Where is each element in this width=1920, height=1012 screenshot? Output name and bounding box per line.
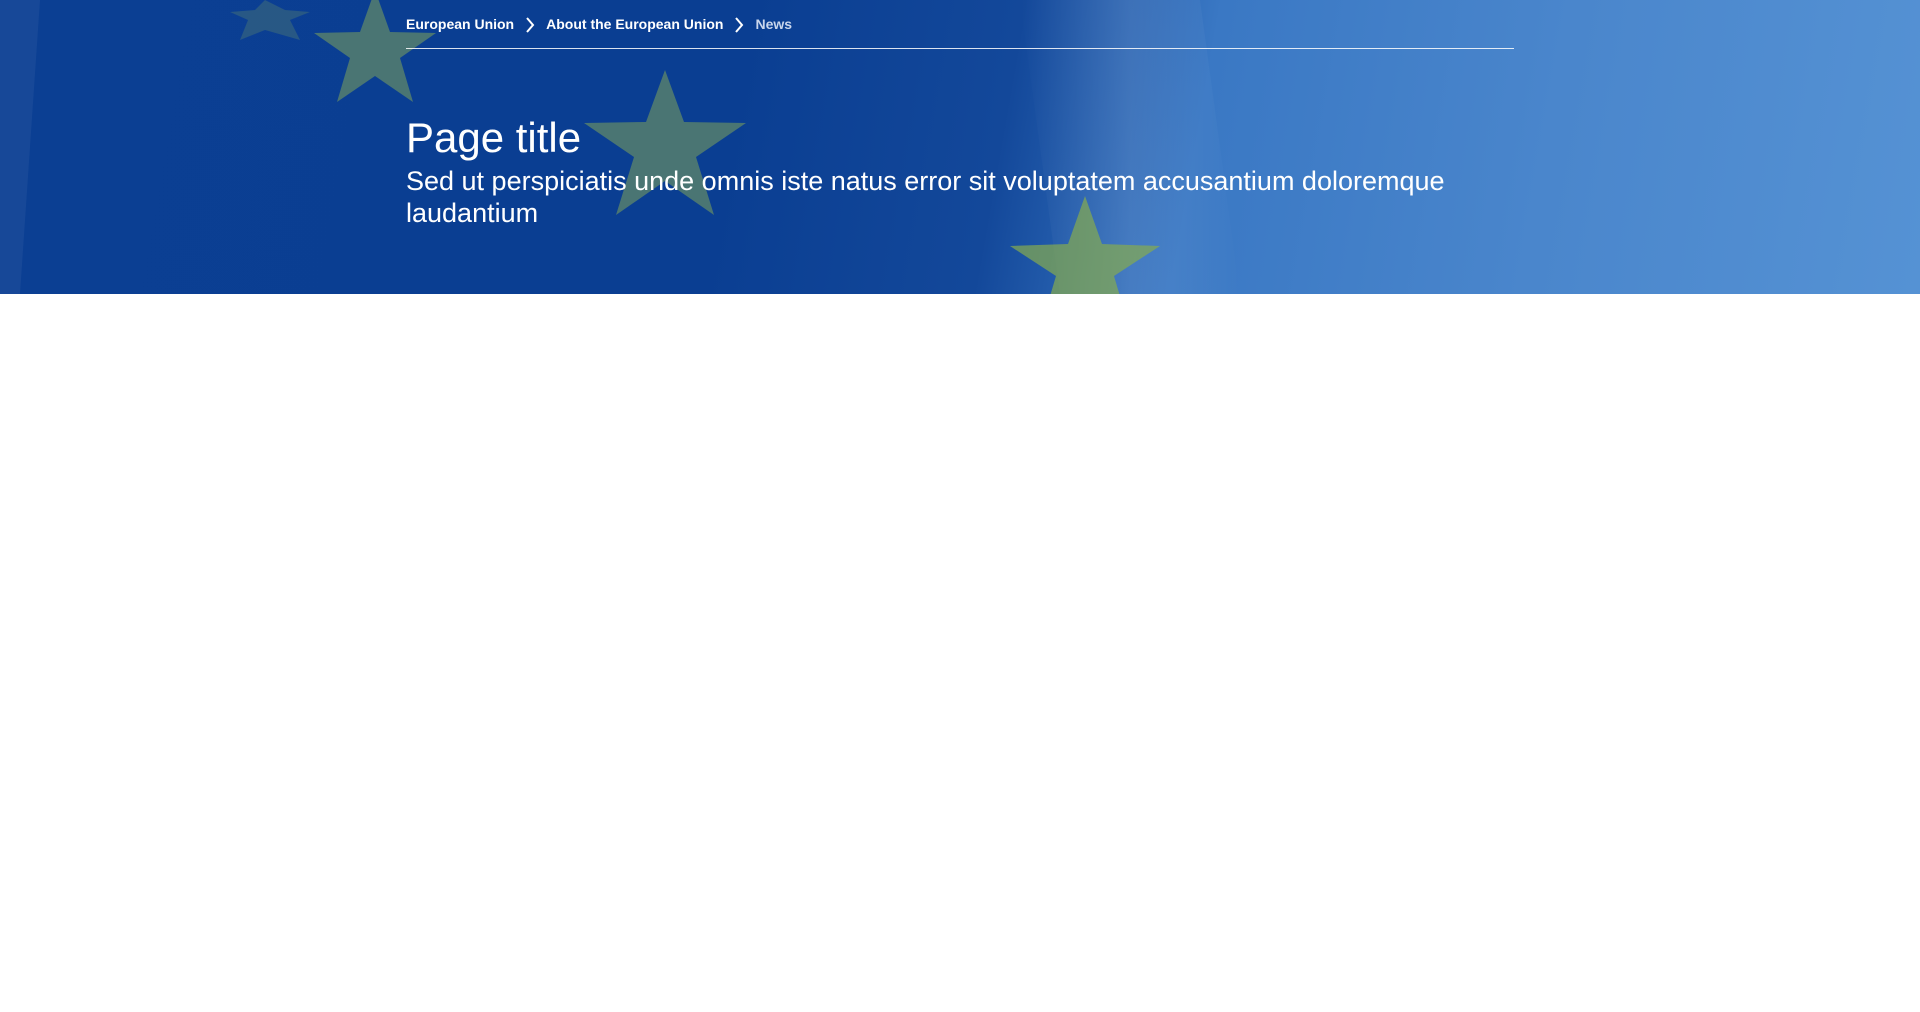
breadcrumb-link-about-the-eu[interactable]: About the European Union (546, 0, 723, 49)
page-subtitle: Sed ut perspiciatis unde omnis iste natu… (406, 166, 1445, 228)
chevron-right-icon (723, 0, 755, 49)
breadcrumb-link-european-union[interactable]: European Union (406, 0, 514, 49)
breadcrumb: European Union About the European Union … (406, 0, 1514, 49)
star-icon (230, 0, 310, 40)
breadcrumb-current-page: News (755, 15, 793, 32)
main-content-area (0, 294, 1920, 1012)
hero-content: European Union About the European Union … (406, 0, 1514, 294)
page-header-hero: European Union About the European Union … (0, 0, 1920, 294)
chevron-right-icon (514, 0, 546, 49)
page-title: Page title (406, 114, 582, 161)
